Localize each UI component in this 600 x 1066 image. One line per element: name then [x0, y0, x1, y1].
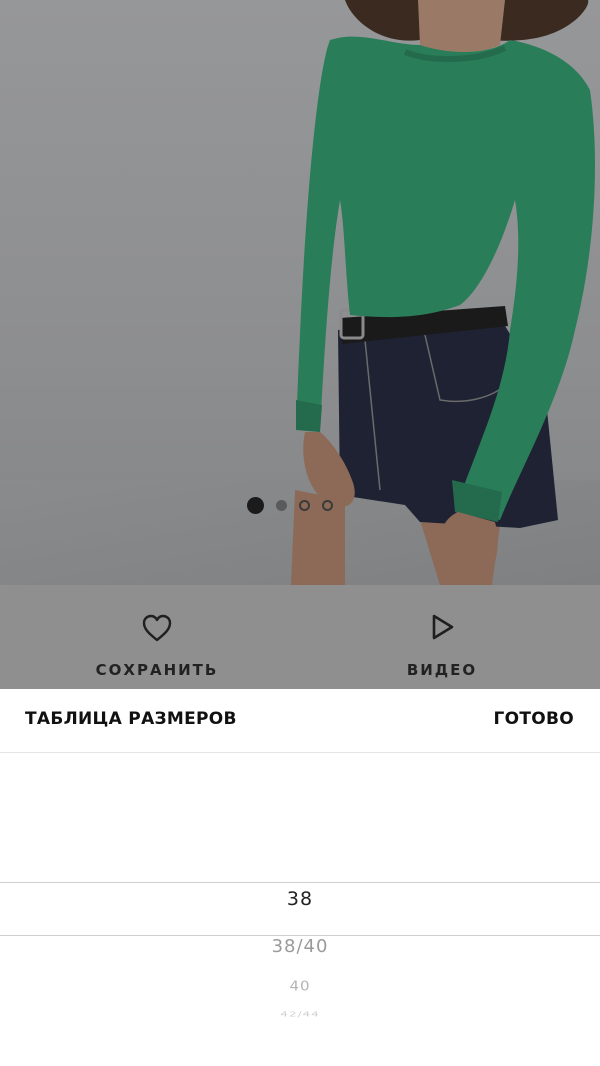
selection-top-line — [0, 882, 600, 883]
video-button[interactable]: ВИДЕО — [342, 585, 542, 689]
size-chart-link[interactable]: ТАБЛИЦА РАЗМЕРОВ — [25, 709, 237, 729]
heart-icon — [141, 613, 173, 648]
save-button[interactable]: СОХРАНИТЬ — [57, 585, 257, 689]
video-label: ВИДЕО — [406, 661, 478, 679]
play-icon — [429, 613, 455, 646]
product-image[interactable] — [0, 0, 600, 585]
carousel-dot-4[interactable] — [322, 500, 333, 511]
done-button[interactable]: ГОТОВО — [493, 709, 574, 729]
save-label: СОХРАНИТЬ — [95, 661, 219, 679]
product-actions-bar: СОХРАНИТЬ ВИДЕО — [0, 585, 600, 689]
sheet-header: ТАБЛИЦА РАЗМЕРОВ ГОТОВО — [0, 689, 600, 753]
size-picker-sheet: ТАБЛИЦА РАЗМЕРОВ ГОТОВО 38 38/40 40 42/4… — [0, 689, 600, 1066]
carousel-dot-1[interactable] — [247, 497, 264, 514]
size-option-selected[interactable]: 38 — [0, 888, 600, 910]
size-wheel[interactable]: 38 38/40 40 42/44 — [0, 753, 600, 1066]
size-option[interactable]: 38/40 — [0, 936, 600, 957]
size-option[interactable]: 40 — [0, 978, 600, 994]
carousel-dot-2[interactable] — [276, 500, 287, 511]
carousel-dot-3[interactable] — [299, 500, 310, 511]
carousel-indicator[interactable] — [247, 497, 333, 514]
size-option[interactable]: 42/44 — [0, 1010, 600, 1018]
